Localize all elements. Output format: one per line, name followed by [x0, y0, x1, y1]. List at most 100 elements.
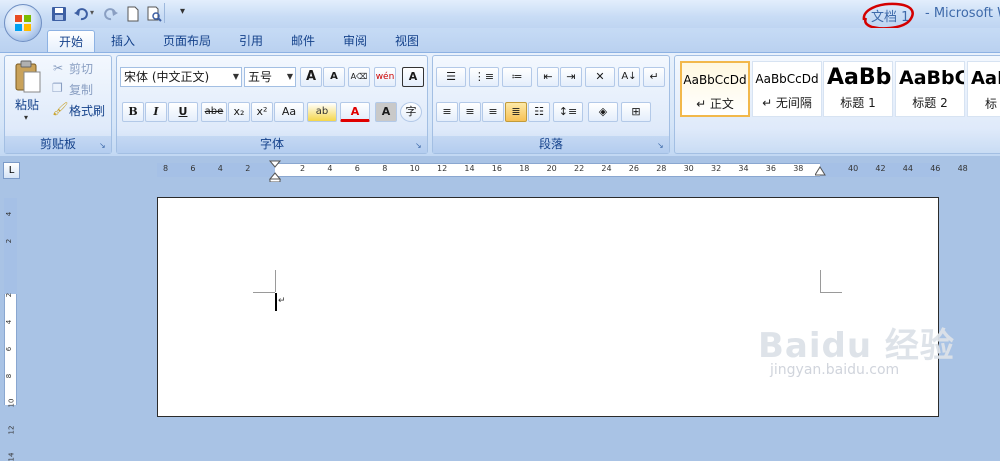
redo-icon[interactable] — [102, 5, 120, 23]
enclose-char-button[interactable]: 字 — [400, 102, 422, 122]
font-size-combo[interactable]: 五号 ▼ — [244, 67, 296, 87]
clear-format-icon: A⌫ — [350, 72, 368, 81]
office-button[interactable] — [4, 4, 42, 42]
shading-button[interactable]: ◈ — [588, 102, 618, 122]
ruler-tick-label: 34 — [738, 164, 749, 173]
sort-button[interactable]: A↓ — [618, 67, 640, 87]
clear-format-button[interactable]: A⌫ — [348, 67, 370, 87]
multilevel-list-button[interactable]: ≔ — [502, 67, 532, 87]
cut-label[interactable]: 剪切 — [69, 60, 93, 77]
format-painter-icon[interactable]: 🖌 — [52, 102, 69, 117]
strikethrough-button[interactable]: abe — [201, 102, 227, 122]
app-title: - Microsoft W — [925, 6, 1000, 21]
vruler-tick-label: 10 — [7, 398, 16, 408]
italic-button[interactable]: I — [145, 102, 167, 122]
first-line-indent-marker[interactable] — [269, 160, 281, 182]
ruler-tick-label: 44 — [902, 164, 913, 173]
bold-button[interactable]: B — [122, 102, 144, 122]
clipboard-launcher-icon[interactable]: ↘ — [99, 141, 108, 150]
paragraph-group-label: 段落 — [433, 136, 669, 153]
paste-label[interactable]: 粘贴 — [15, 96, 39, 113]
show-marks-button[interactable]: ↵ — [643, 67, 665, 87]
font-color-button[interactable]: A — [340, 102, 370, 122]
highlight-button[interactable]: ab — [307, 102, 337, 122]
grow-font-button[interactable]: A — [300, 67, 322, 87]
font-launcher-icon[interactable]: ↘ — [415, 141, 424, 150]
vruler-tick-label: 2 — [5, 238, 14, 244]
shrink-font-button[interactable]: A — [323, 67, 345, 87]
phonetic-guide-button[interactable]: wén — [374, 67, 396, 87]
office-logo-icon — [15, 15, 31, 31]
new-icon[interactable] — [124, 5, 142, 23]
asian-layout-button[interactable]: ✕ — [585, 67, 615, 87]
paint-bucket-icon: ◈ — [598, 105, 608, 118]
style-title[interactable]: AaB 标 — [967, 61, 1000, 117]
tab-review[interactable]: 审阅 — [334, 30, 376, 52]
undo-icon[interactable] — [72, 5, 90, 23]
vruler-tick-label: 6 — [5, 346, 14, 352]
numbering-button[interactable]: ⋮≡ — [469, 67, 499, 87]
align-right-icon: ≡ — [488, 105, 498, 118]
align-left-icon: ≡ — [442, 105, 452, 118]
tab-page-layout[interactable]: 页面布局 — [152, 30, 222, 52]
copy-icon[interactable]: ❐ — [52, 81, 63, 95]
cursor-arrow-icon: ↵ — [278, 296, 286, 306]
font-group-label: 字体 — [117, 136, 427, 153]
justify-button[interactable]: ≣ — [505, 102, 527, 122]
style-heading-2[interactable]: AaBbC 标题 2 — [895, 61, 965, 117]
ruler-tick-label: 48 — [957, 164, 968, 173]
tab-references[interactable]: 引用 — [230, 30, 272, 52]
distributed-icon: ☷ — [534, 105, 544, 118]
save-icon[interactable] — [50, 5, 68, 23]
style-heading-2-sample: AaBbC — [899, 67, 965, 89]
char-border-button[interactable]: A — [402, 67, 424, 87]
paste-dropdown-icon[interactable]: ▾ — [24, 113, 28, 122]
distributed-button[interactable]: ☷ — [528, 102, 550, 122]
tab-home[interactable]: 开始 — [47, 30, 95, 52]
tab-mailings[interactable]: 邮件 — [282, 30, 324, 52]
underline-button[interactable]: U — [168, 102, 198, 122]
undo-dropdown-icon[interactable]: ▾ — [90, 8, 94, 17]
subscript-button[interactable]: x₂ — [228, 102, 250, 122]
baidu-watermark-url: jingyan.baidu.com — [770, 362, 900, 378]
right-indent-marker[interactable] — [815, 166, 826, 177]
font-name-combo[interactable]: 宋体 (中文正文) ▼ — [120, 67, 242, 87]
line-spacing-button[interactable]: ↕≡ — [553, 102, 583, 122]
increase-indent-button[interactable]: ⇥ — [560, 67, 582, 87]
customize-qat-icon[interactable]: ▾ — [180, 6, 185, 17]
ruler-tick-label: 26 — [628, 164, 639, 173]
paragraph-mark-icon: ↵ — [649, 70, 659, 83]
borders-button[interactable]: ⊞ — [621, 102, 651, 122]
vruler-tick-label: 4 — [5, 211, 14, 217]
change-case-button[interactable]: Aa — [274, 102, 304, 122]
ruler-tick-label: 14 — [464, 164, 475, 173]
bullets-button[interactable]: ☰ — [436, 67, 466, 87]
baidu-watermark: Baidu 经验 — [758, 326, 955, 366]
style-no-spacing-name: ↵ 无间隔 — [762, 96, 812, 110]
vruler-tick-label: 8 — [5, 373, 14, 379]
align-center-button[interactable]: ≡ — [459, 102, 481, 122]
style-heading-1[interactable]: AaBb 标题 1 — [823, 61, 893, 117]
align-right-button[interactable]: ≡ — [482, 102, 504, 122]
style-title-sample: AaB — [971, 68, 1000, 89]
align-left-button[interactable]: ≡ — [436, 102, 458, 122]
print-preview-icon[interactable] — [145, 5, 163, 23]
format-painter-label[interactable]: 格式刷 — [69, 102, 105, 119]
superscript-button[interactable]: x² — [251, 102, 273, 122]
ruler-tick-label: 38 — [793, 164, 804, 173]
line-spacing-icon: ↕≡ — [558, 105, 578, 118]
paragraph-launcher-icon[interactable]: ↘ — [657, 141, 666, 150]
ruler-tick-label: 20 — [546, 164, 557, 173]
tab-selector-button[interactable]: L — [3, 162, 20, 179]
style-normal[interactable]: AaBbCcDd ↵ 正文 — [680, 61, 750, 117]
paste-icon[interactable] — [12, 60, 44, 94]
font-size-dropdown-icon[interactable]: ▼ — [287, 68, 293, 86]
char-shading-button[interactable]: A — [375, 102, 397, 122]
copy-label[interactable]: 复制 — [69, 81, 93, 98]
cut-icon[interactable]: ✂ — [53, 61, 63, 75]
tab-view[interactable]: 视图 — [386, 30, 428, 52]
decrease-indent-button[interactable]: ⇤ — [537, 67, 559, 87]
style-no-spacing[interactable]: AaBbCcDd ↵ 无间隔 — [752, 61, 822, 117]
tab-insert[interactable]: 插入 — [102, 30, 144, 52]
font-name-dropdown-icon[interactable]: ▼ — [233, 68, 239, 86]
